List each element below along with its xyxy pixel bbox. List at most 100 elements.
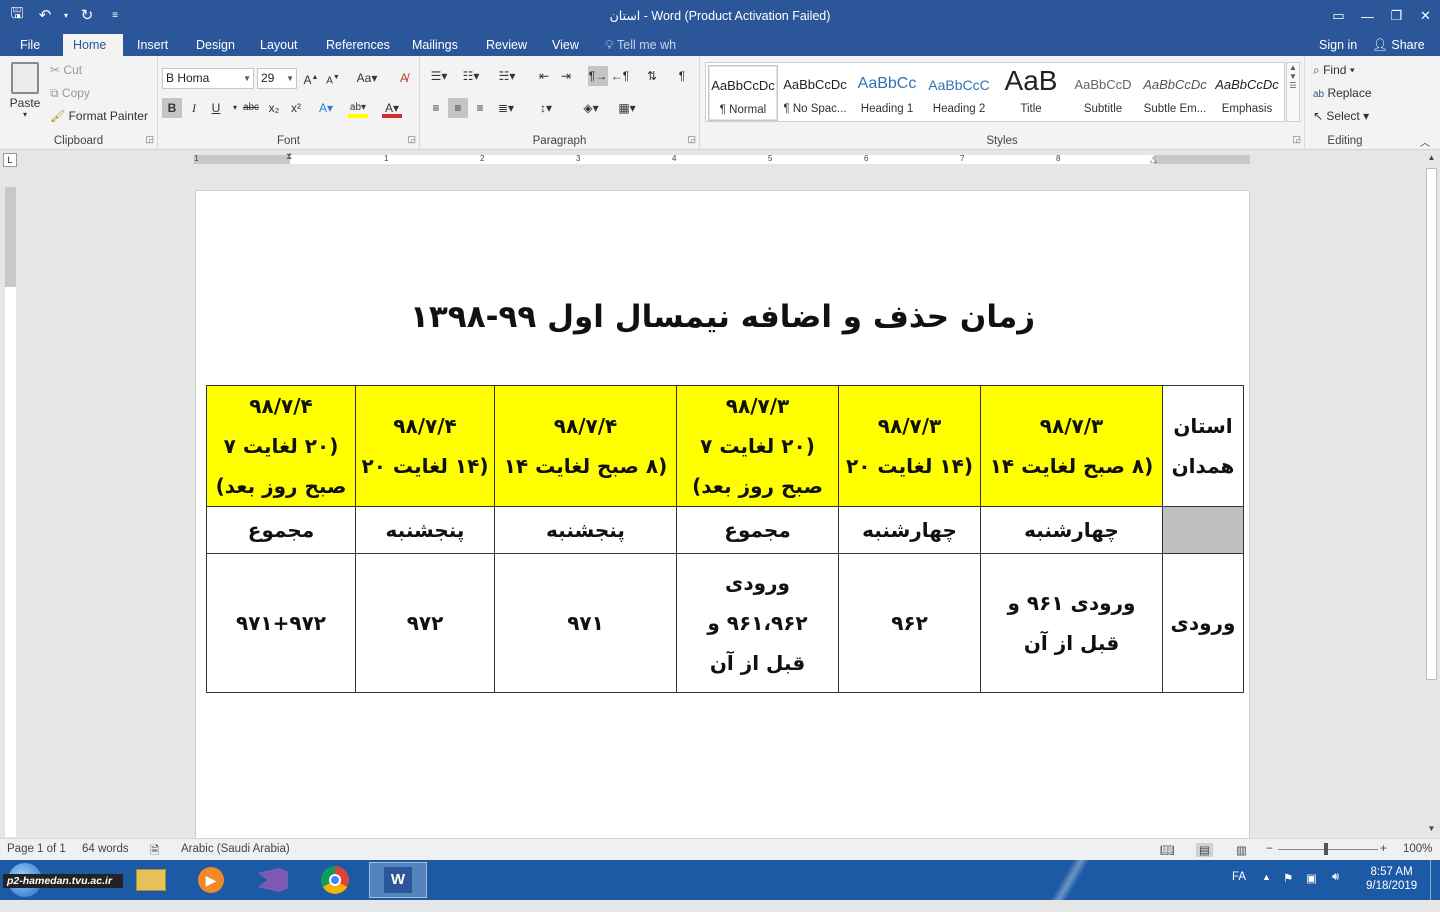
shrink-font-icon[interactable]: A▼ [323, 68, 343, 88]
flag-icon[interactable]: ⚑ [1283, 871, 1293, 911]
style-subtle-emphasis[interactable]: AaBbCcDc Subtle Em... [1140, 65, 1210, 121]
clear-formatting-icon[interactable]: A̸ [394, 68, 414, 88]
strikethrough-button[interactable]: abc [240, 98, 262, 118]
paste-button[interactable]: Paste ▾ [8, 62, 42, 119]
change-case-button[interactable]: Aa▾ [354, 68, 380, 88]
find-button[interactable]: ⌕ Find ▾ [1313, 63, 1355, 78]
show-marks-icon[interactable]: ¶ [672, 66, 692, 86]
document-page[interactable]: زمان حذف و اضافه نیمسال اول ۹۹-۱۳۹۸ استا… [195, 190, 1250, 840]
language-indicator[interactable]: Arabic (Saudi Arabia) [181, 843, 290, 855]
style-emphasis[interactable]: AaBbCcDc Emphasis [1212, 65, 1282, 121]
zoom-slider-thumb[interactable] [1324, 843, 1328, 855]
table-cell-entry[interactable]: ۹۷۱ [494, 553, 677, 693]
read-mode-icon[interactable]: 📖︎ [1160, 843, 1175, 857]
numbering-icon[interactable]: ☷▾ [458, 66, 484, 86]
tab-home[interactable]: Home [63, 34, 123, 56]
tab-review[interactable]: Review [476, 34, 537, 56]
network-icon[interactable]: ▣ [1306, 871, 1317, 911]
table-cell-date[interactable]: ۹۸/۷/۴ (۲۰ لغایت ۷ صبح روز بعد) [206, 385, 356, 507]
table-cell-date[interactable]: ۹۸/۷/۴ (۱۴ لغایت ۲۰ [355, 385, 495, 507]
dialog-launcher-icon[interactable]: ◲ [407, 134, 416, 145]
highlight-color-icon[interactable]: ab▾ [348, 98, 368, 118]
chrome-icon[interactable] [306, 862, 364, 898]
style-no-spacing[interactable]: AaBbCcDc ¶ No Spac... [780, 65, 850, 121]
ltr-direction-icon[interactable]: ¶→ [588, 66, 608, 86]
word-icon[interactable]: W [369, 862, 427, 898]
format-painter-button[interactable]: 🖌︎ Format Painter [50, 109, 148, 123]
rtl-direction-icon[interactable]: ←¶ [610, 66, 630, 86]
document-title[interactable]: زمان حذف و اضافه نیمسال اول ۹۹-۱۳۹۸ [196, 299, 1249, 335]
table-cell-day[interactable]: مجموع [676, 506, 839, 554]
justify-icon[interactable]: ≣▾ [492, 98, 520, 118]
scroll-down-icon[interactable]: ▼ [1426, 824, 1437, 833]
word-count[interactable]: 64 words [82, 843, 129, 855]
font-color-icon[interactable]: A▾ [382, 98, 402, 118]
table-cell-entry[interactable]: ورودی ۹۶۱ و قبل از آن [980, 553, 1163, 693]
file-explorer-icon[interactable] [122, 862, 180, 898]
line-spacing-icon[interactable]: ↕▾ [532, 98, 560, 118]
table-cell-entry[interactable]: ۹۶۲ [838, 553, 981, 693]
style-heading-2[interactable]: AaBbCcC Heading 2 [924, 65, 994, 121]
multilevel-list-icon[interactable]: ☵▾ [492, 66, 522, 86]
scrollbar-thumb[interactable] [1426, 168, 1437, 680]
align-left-icon[interactable]: ≡ [426, 98, 446, 118]
page-count[interactable]: Page 1 of 1 [7, 843, 66, 855]
bold-button[interactable]: B [162, 98, 182, 118]
subscript-button[interactable]: x₂ [264, 98, 284, 118]
table-cell-day[interactable]: مجموع [206, 506, 356, 554]
print-layout-icon[interactable]: ▤ [1196, 843, 1213, 857]
table-cell-day[interactable]: چهارشنبه [838, 506, 981, 554]
visual-studio-icon[interactable] [244, 862, 302, 898]
replace-button[interactable]: ab Replace [1313, 86, 1372, 100]
table-cell-date[interactable]: ۹۸/۷/۳ (۲۰ لغایت ۷ صبح روز بعد) [676, 385, 839, 507]
zoom-level[interactable]: 100% [1403, 843, 1432, 855]
media-player-icon[interactable]: ▶ [182, 862, 240, 898]
cut-button[interactable]: ✂ Cut [50, 63, 82, 77]
tab-design[interactable]: Design [186, 34, 245, 56]
minimize-button[interactable]: — [1353, 0, 1382, 32]
table-cell-date[interactable]: ۹۸/۷/۴ (۸ صبح لغایت ۱۴ [494, 385, 677, 507]
superscript-button[interactable]: x² [286, 98, 306, 118]
style-title[interactable]: AaB Title [996, 65, 1066, 121]
style-heading-1[interactable]: AaBbCc Heading 1 [852, 65, 922, 121]
tab-references[interactable]: References [316, 34, 400, 56]
clock[interactable]: 8:57 AM 9/18/2019 [1366, 866, 1417, 906]
tell-me-search[interactable]: 💡︎ Tell me wh [605, 34, 676, 56]
dialog-launcher-icon[interactable]: ◲ [1292, 134, 1301, 145]
borders-icon[interactable]: ▦▾ [612, 98, 642, 118]
bullets-icon[interactable]: ☰▾ [426, 66, 452, 86]
tab-mailings[interactable]: Mailings [402, 34, 468, 56]
align-right-icon[interactable]: ≡ [470, 98, 490, 118]
collapse-ribbon-icon[interactable]: ︿ [1420, 134, 1430, 149]
table-cell-day[interactable]: پنجشنبه [494, 506, 677, 554]
text-effects-icon[interactable]: A▾ [316, 98, 336, 118]
styles-gallery-scroll[interactable]: ▲ ▼ ☰ [1286, 62, 1300, 122]
table-cell-empty[interactable] [1162, 506, 1244, 554]
style-subtitle[interactable]: AaBbCcD Subtitle [1068, 65, 1138, 121]
italic-button[interactable]: I [184, 98, 204, 118]
dialog-launcher-icon[interactable]: ◲ [687, 134, 696, 145]
sort-icon[interactable]: ⇅ [642, 66, 662, 86]
tab-insert[interactable]: Insert [127, 34, 178, 56]
align-center-icon[interactable]: ≡ [448, 98, 468, 118]
tab-selector[interactable]: L [3, 153, 17, 167]
ruler-track[interactable] [194, 155, 1250, 164]
scroll-up-icon[interactable]: ▲ [1426, 153, 1437, 162]
copy-button[interactable]: ⧉ Copy [50, 86, 90, 101]
table-cell-entry[interactable]: ورودی ۹۶۱،۹۶۲ و قبل از آن [676, 553, 839, 693]
vertical-scrollbar[interactable]: ▲ ▼ [1423, 150, 1440, 838]
show-hidden-icons-icon[interactable]: ▲ [1262, 872, 1271, 912]
table-cell-date[interactable]: ۹۸/۷/۳ (۱۴ لغایت ۲۰ [838, 385, 981, 507]
font-size-combo[interactable]: 29 ▼ [257, 68, 297, 89]
indent-marker-icon[interactable]: ⧗ [286, 151, 292, 162]
start-button[interactable]: p2-hamedan.tvu.ac.ir [0, 860, 125, 900]
select-button[interactable]: ↖ Select ▾ [1313, 109, 1369, 123]
close-button[interactable]: ✕ [1411, 0, 1440, 32]
tab-file[interactable]: File [10, 34, 50, 56]
decrease-indent-icon[interactable]: ⇤ [534, 66, 554, 86]
table-cell-date[interactable]: ۹۸/۷/۳ (۸ صبح لغایت ۱۴ [980, 385, 1163, 507]
schedule-table[interactable]: استان همدان ۹۸/۷/۳ (۸ صبح لغایت ۱۴ ۹۸/۷/… [206, 385, 1244, 693]
sign-in-link[interactable]: Sign in [1319, 34, 1357, 56]
table-cell-entry[interactable]: ۹۷۲ [355, 553, 495, 693]
tab-view[interactable]: View [542, 34, 589, 56]
